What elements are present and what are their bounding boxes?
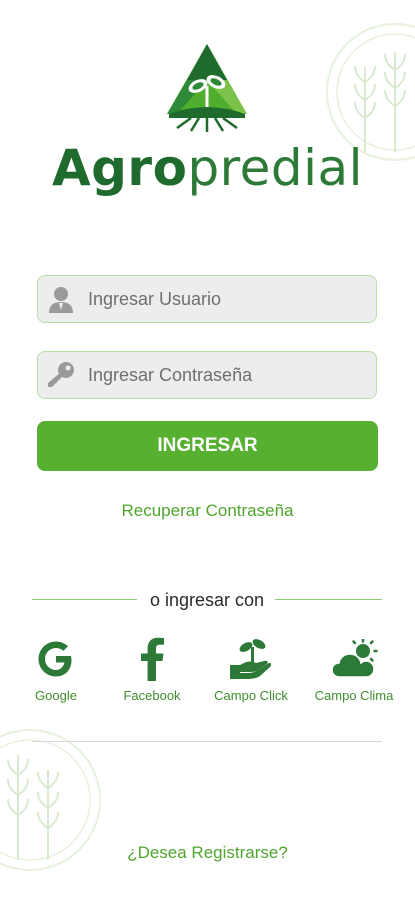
campo-click-option[interactable]: Campo Click — [206, 636, 296, 703]
brand-name-light: predial — [187, 139, 364, 197]
login-button[interactable]: INGRESAR — [37, 421, 378, 471]
register-link[interactable]: ¿Desea Registrarse? — [0, 843, 415, 863]
cloud-sun-icon — [309, 636, 399, 682]
brand-name-bold: Agro — [51, 139, 188, 197]
password-input[interactable] — [86, 363, 376, 387]
recover-password-link[interactable]: Recuperar Contraseña — [0, 501, 415, 521]
user-icon — [46, 284, 76, 314]
wheat-decoration-bottom — [0, 729, 101, 871]
username-field[interactable] — [37, 275, 377, 323]
campo-clima-option[interactable]: Campo Clima — [309, 636, 399, 703]
facebook-label: Facebook — [123, 688, 181, 703]
campo-clima-label: Campo Clima — [314, 688, 394, 703]
password-field[interactable] — [37, 351, 377, 399]
divider-label: o ingresar con — [143, 590, 271, 610]
bottom-divider — [32, 741, 382, 742]
campo-click-label: Campo Click — [214, 688, 288, 703]
key-icon — [46, 360, 76, 390]
agropredial-logo-icon — [167, 44, 247, 132]
alt-login-divider: o ingresar con — [32, 590, 382, 610]
google-icon — [11, 636, 101, 682]
username-input[interactable] — [86, 287, 376, 311]
facebook-icon — [107, 636, 197, 682]
google-login-option[interactable]: Google — [11, 636, 101, 703]
facebook-login-option[interactable]: Facebook — [107, 636, 197, 703]
google-label: Google — [35, 688, 77, 703]
hand-plant-icon — [206, 636, 296, 682]
brand-wordmark: Agropredial — [0, 138, 415, 198]
